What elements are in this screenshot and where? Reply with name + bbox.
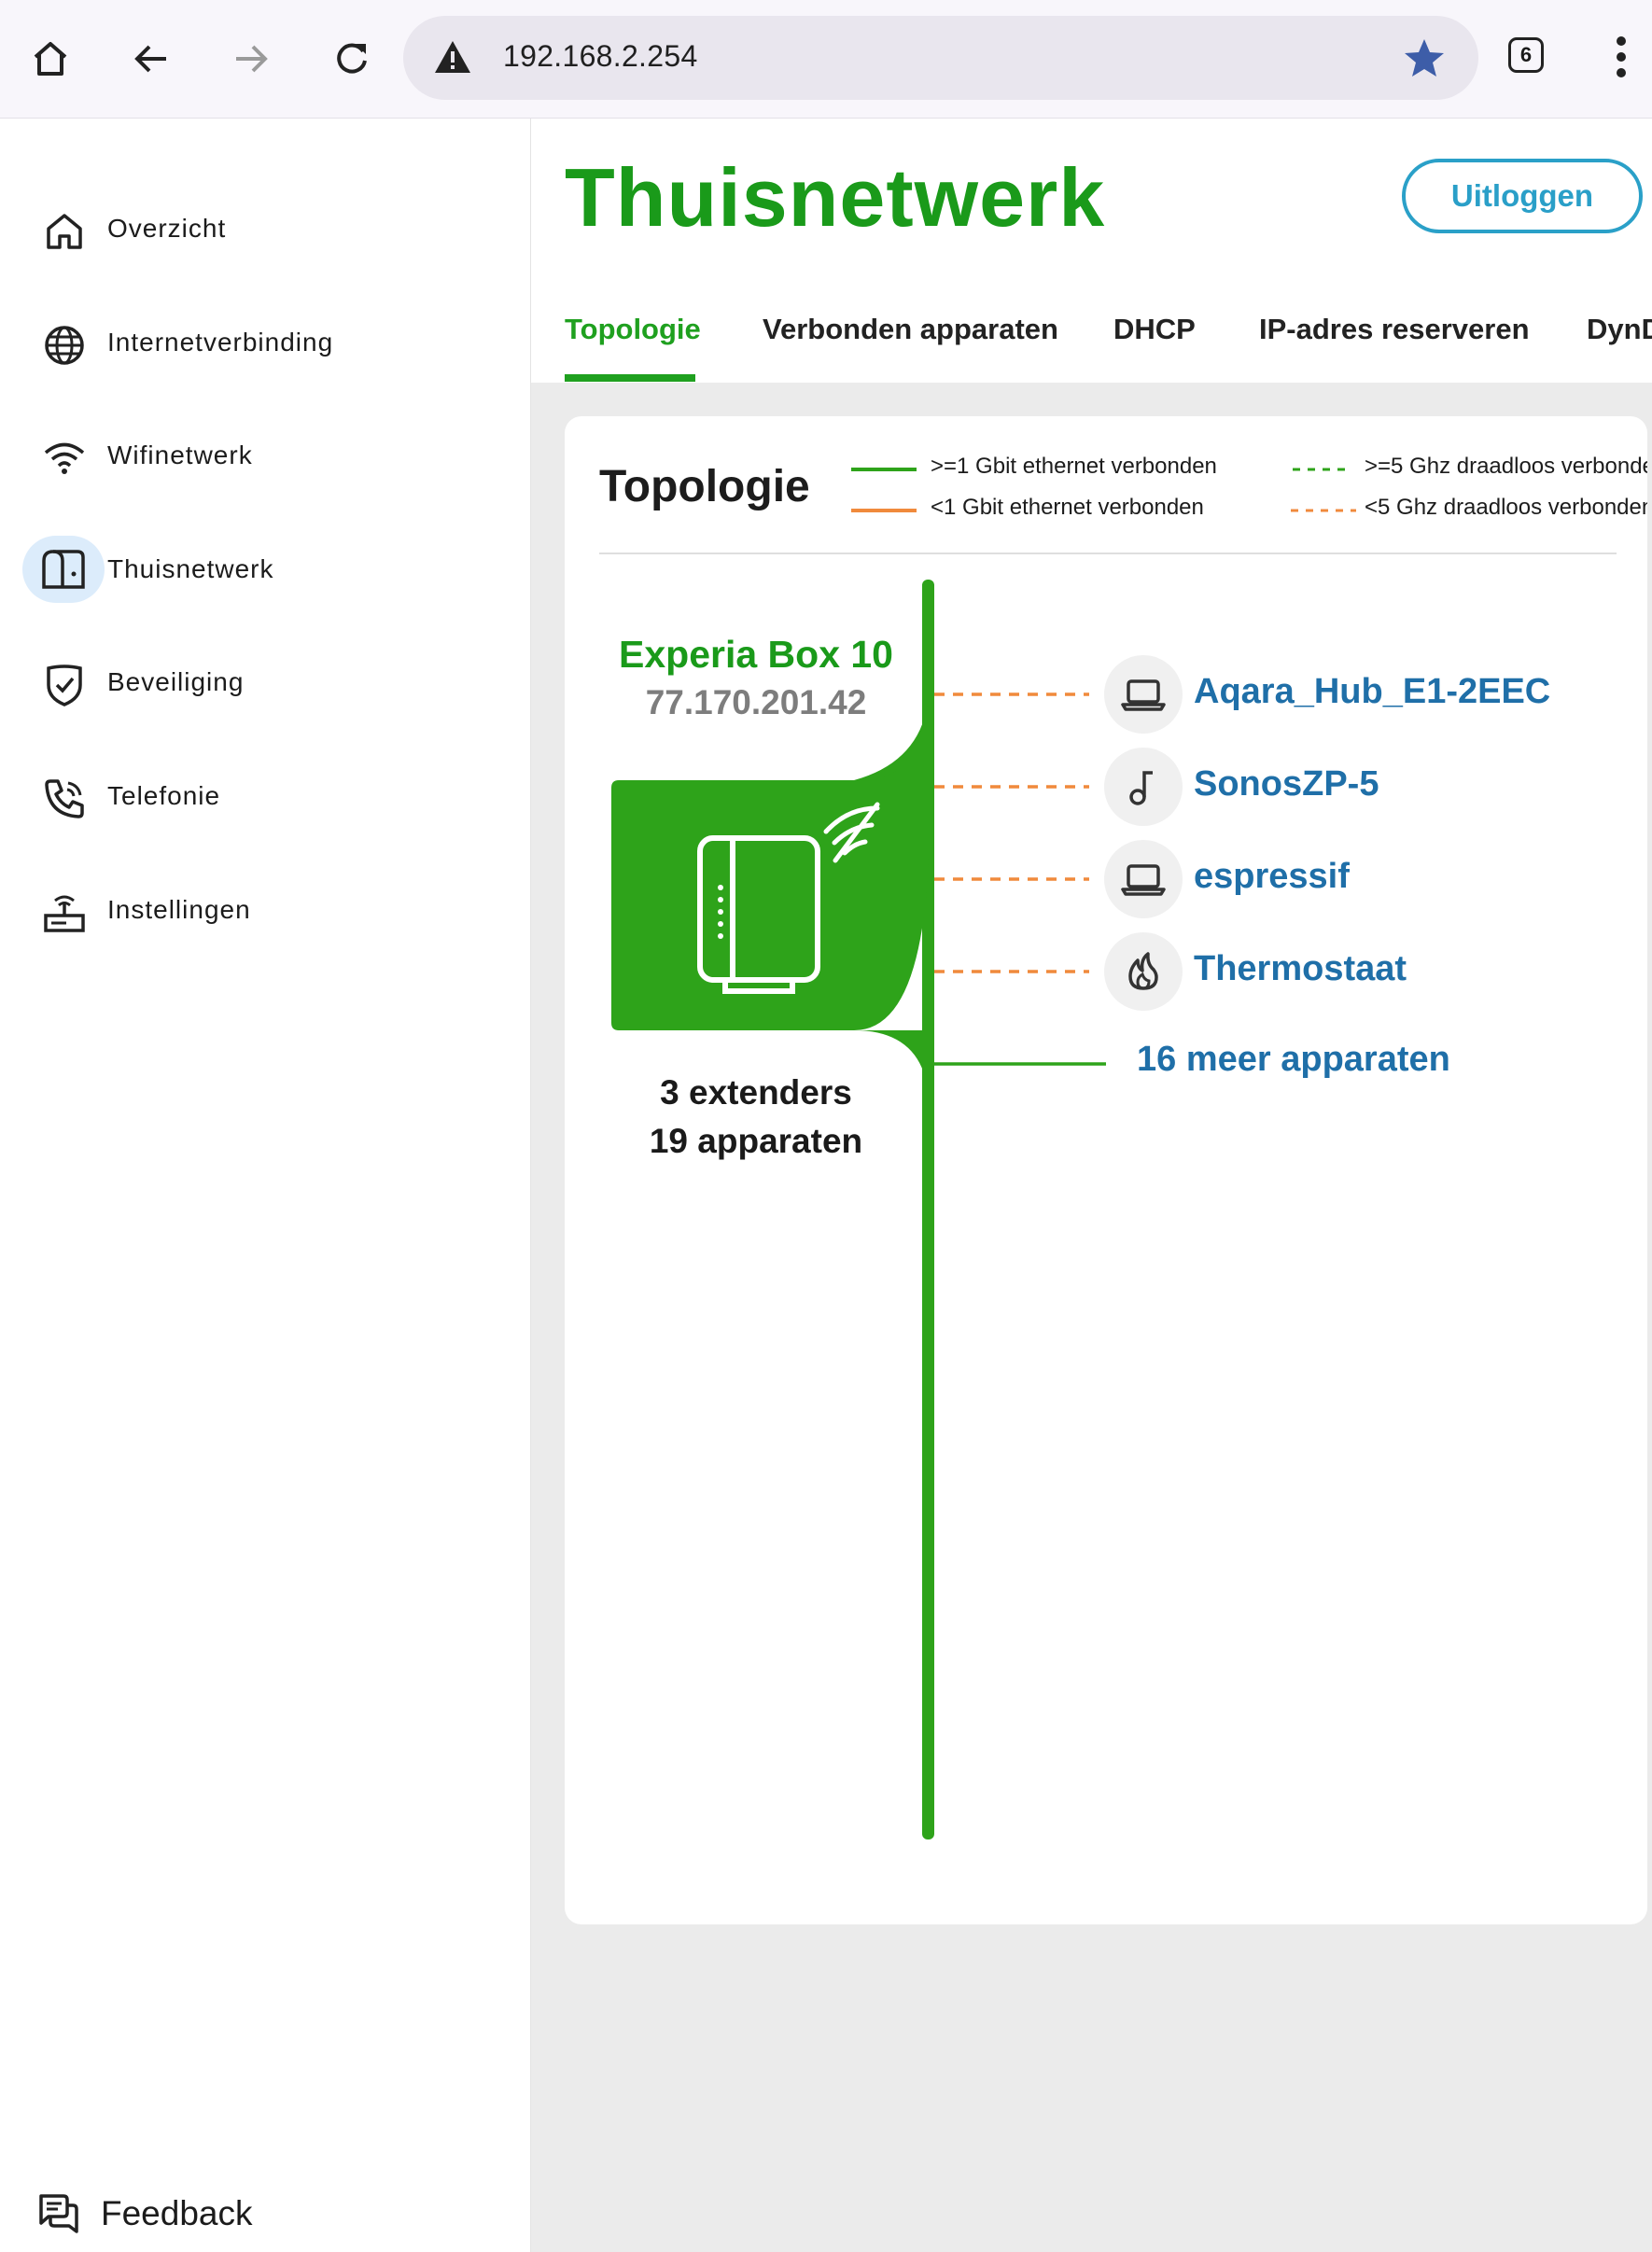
active-tab-indicator — [565, 374, 695, 382]
phone-icon — [37, 772, 91, 826]
sidebar-item-beveiliging[interactable]: Beveiliging — [0, 637, 528, 721]
laptop-icon — [1121, 864, 1166, 896]
sidebar-item-instellingen[interactable]: Instellingen — [0, 865, 528, 949]
home-icon — [37, 204, 91, 259]
reload-icon — [337, 43, 367, 74]
page-header: Thuisnetwerk Uitloggen Topologie Verbond… — [531, 119, 1652, 383]
shield-icon — [37, 658, 91, 712]
tab-dyndns[interactable]: DynDNS — [1587, 313, 1652, 346]
wifi-icon — [37, 431, 91, 485]
device-icon-sonos[interactable] — [1104, 748, 1183, 826]
sidebar-item-telefonie[interactable]: Telefonie — [0, 751, 528, 835]
forward-button[interactable] — [218, 26, 284, 91]
tab-dhcp[interactable]: DHCP — [1113, 313, 1196, 346]
home-icon — [34, 42, 67, 76]
sidebar-item-label: Overzicht — [107, 214, 227, 243]
laptop-icon — [1121, 679, 1166, 711]
devices-count: 19 apparaten — [649, 1122, 863, 1160]
device-icon-aqara[interactable] — [1104, 655, 1183, 734]
sidebar-item-overzicht[interactable]: Overzicht — [0, 184, 528, 268]
menu-icon[interactable] — [1615, 35, 1628, 78]
device-name-aqara[interactable]: Aqara_Hub_E1-2EEC — [1194, 672, 1550, 712]
feedback-icon — [39, 2194, 78, 2233]
back-icon — [134, 45, 166, 73]
feedback-label: Feedback — [101, 2194, 253, 2232]
warning-icon[interactable] — [433, 38, 472, 76]
box-ip: 77.170.201.42 — [645, 683, 867, 721]
url-text[interactable]: 192.168.2.254 — [503, 39, 698, 74]
tab-count-button[interactable]: 6 — [1508, 37, 1544, 73]
tab-ip-adres-reserveren[interactable]: IP-adres reserveren — [1259, 313, 1530, 346]
reload-button[interactable] — [319, 26, 385, 91]
music-note-icon — [1129, 771, 1153, 805]
sidebar: Overzicht Internetverbinding Wifinetwerk… — [0, 119, 532, 2252]
sidebar-item-wifinetwerk[interactable]: Wifinetwerk — [0, 411, 528, 495]
topology-card: Topologie >=1 Gbit ethernet verbonden <1… — [565, 416, 1647, 1924]
sidebar-item-label: Telefonie — [107, 781, 221, 810]
flame-icon — [1128, 952, 1158, 990]
extenders-count: 3 extenders — [660, 1073, 852, 1112]
device-icon-espressif[interactable] — [1104, 840, 1183, 918]
sidebar-item-label: Wifinetwerk — [107, 441, 253, 469]
device-name-thermostaat[interactable]: Thermostaat — [1194, 949, 1407, 989]
home-button[interactable] — [18, 26, 83, 91]
device-icon-thermostaat[interactable] — [1104, 932, 1183, 1011]
browser-toolbar: 192.168.2.254 6 — [0, 0, 1652, 119]
tab-verbonden-apparaten[interactable]: Verbonden apparaten — [763, 313, 1058, 346]
page-title: Thuisnetwerk — [565, 151, 1106, 244]
tab-topologie[interactable]: Topologie — [565, 313, 701, 346]
device-name-espressif[interactable]: espressif — [1194, 857, 1350, 897]
logout-button[interactable]: Uitloggen — [1402, 159, 1643, 233]
more-devices-link[interactable]: 16 meer apparaten — [1137, 1040, 1450, 1080]
device-name-sonos[interactable]: SonosZP-5 — [1194, 764, 1379, 804]
sidebar-item-internetverbinding[interactable]: Internetverbinding — [0, 298, 528, 382]
sidebar-item-label: Instellingen — [107, 895, 251, 924]
sidebar-item-label: Thuisnetwerk — [107, 554, 274, 583]
forward-icon — [236, 45, 268, 73]
back-button[interactable] — [119, 26, 184, 91]
feedback-button[interactable]: Feedback — [0, 2162, 528, 2246]
sidebar-item-label: Beveiliging — [107, 667, 245, 696]
home-network-icon — [22, 536, 105, 603]
main-content: Topologie >=1 Gbit ethernet verbonden <1… — [531, 383, 1652, 2252]
sidebar-item-label: Internetverbinding — [107, 328, 334, 357]
box-name[interactable]: Experia Box 10 — [602, 633, 910, 677]
globe-icon — [37, 318, 91, 372]
star-icon[interactable] — [1402, 35, 1447, 80]
router-icon — [37, 886, 91, 940]
tab-count: 6 — [1519, 43, 1533, 66]
sidebar-item-thuisnetwerk[interactable]: Thuisnetwerk — [0, 525, 528, 608]
address-bar[interactable]: 192.168.2.254 — [403, 16, 1478, 100]
